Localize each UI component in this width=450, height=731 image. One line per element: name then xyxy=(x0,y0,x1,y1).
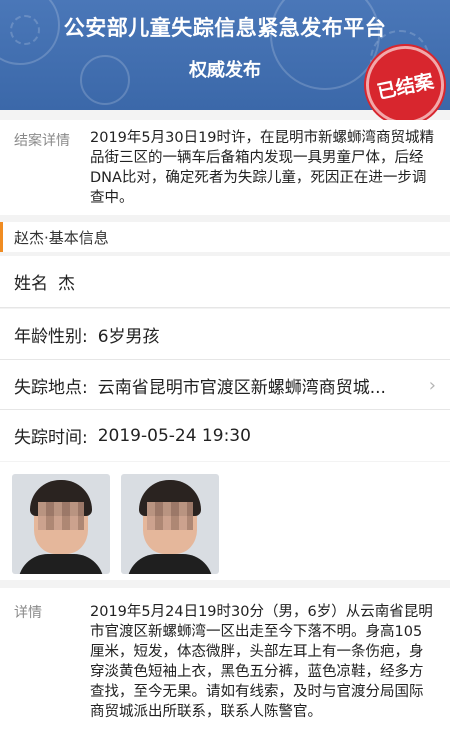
name-label: 姓名 xyxy=(14,274,48,294)
age-gender-value: 6岁男孩 xyxy=(97,327,160,347)
details-section: 详情 2019年5月24日19时30分（男，6岁）从云南省昆明市官渡区新螺蛳湾一… xyxy=(0,588,450,731)
case-detail-section: 结案详情 2019年5月30日19时许，在昆明市新螺蛳湾商贸城精品街三区的一辆车… xyxy=(0,120,450,215)
name-value: 杰 xyxy=(58,274,75,294)
photo-gallery xyxy=(0,462,450,580)
missing-location-value: 云南省昆明市官渡区新螺蛳湾商贸城... xyxy=(97,378,386,398)
missing-location-row[interactable]: 失踪地点: 云南省昆明市官渡区新螺蛳湾商贸城... › xyxy=(0,360,450,411)
age-gender-row: 年龄性别: 6岁男孩 xyxy=(0,309,450,360)
missing-time-label: 失踪时间: xyxy=(14,428,88,448)
name-row: 姓名 杰 xyxy=(0,256,450,307)
basic-info-header: 赵杰·基本信息 xyxy=(0,222,450,252)
case-detail-label: 结案详情 xyxy=(14,133,70,149)
case-detail-text: 2019年5月30日19时许，在昆明市新螺蛳湾商贸城精品街三区的一辆车后备箱内发… xyxy=(90,130,435,206)
child-photo[interactable] xyxy=(121,474,219,574)
platform-title: 公安部儿童失踪信息紧急发布平台 xyxy=(63,16,387,40)
chevron-right-icon: › xyxy=(428,375,436,396)
age-gender-label: 年龄性别: xyxy=(14,327,88,347)
missing-location-label: 失踪地点: xyxy=(14,378,88,398)
details-text: 2019年5月24日19时30分（男，6岁）从云南省昆明市官渡区新螺蛳湾一区出走… xyxy=(90,604,433,720)
missing-time-value: 2019-05-24 19:30 xyxy=(97,425,251,446)
details-label: 详情 xyxy=(14,605,42,621)
divider xyxy=(0,307,450,308)
child-photo[interactable] xyxy=(12,474,110,574)
missing-time-row: 失踪时间: 2019-05-24 19:30 xyxy=(0,410,450,461)
